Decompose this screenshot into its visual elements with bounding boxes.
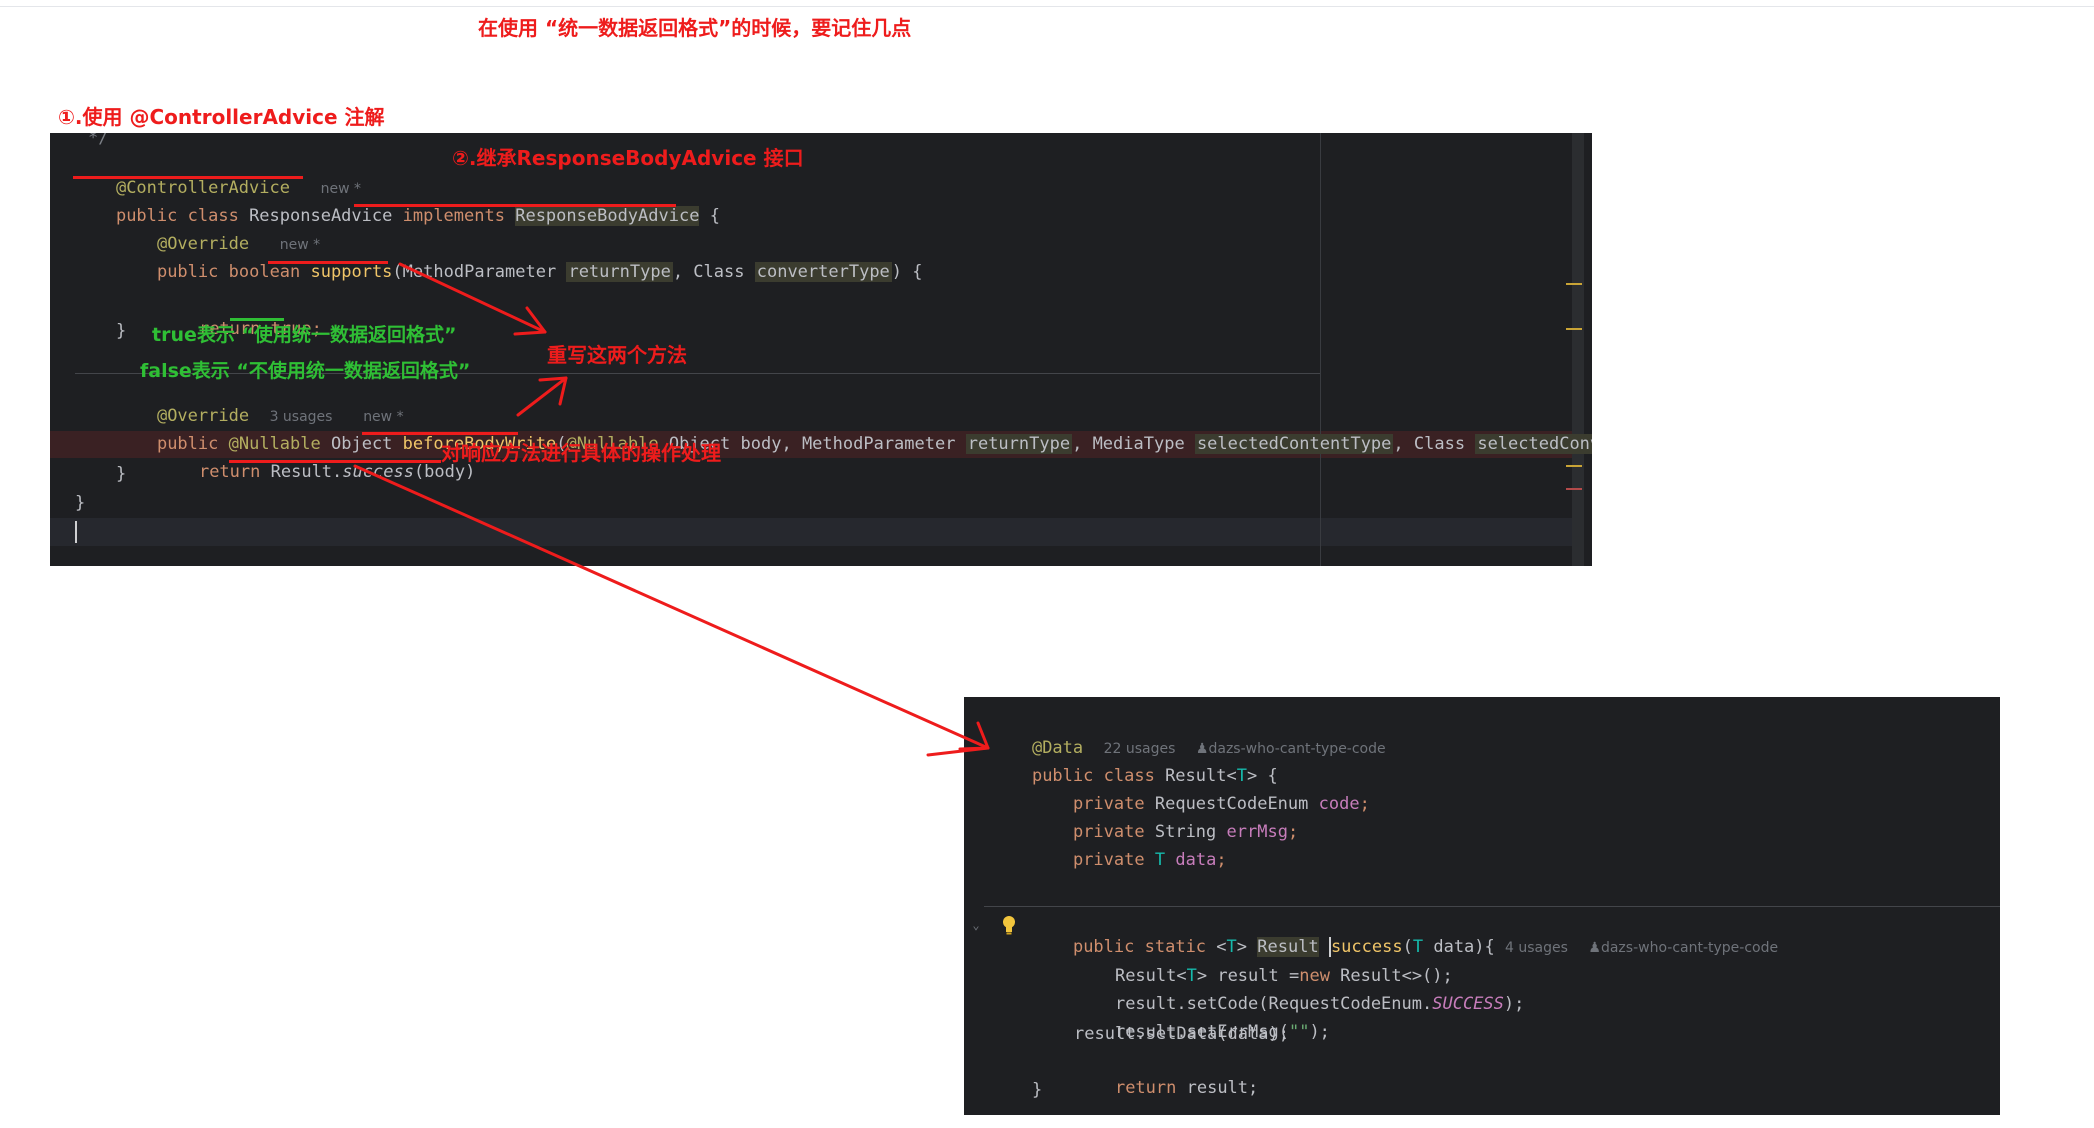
arrow-success-to-result — [353, 464, 990, 750]
arrow-supports-override — [398, 262, 547, 334]
arrow-result-tail — [926, 746, 990, 757]
annotation-arrows — [353, 262, 990, 757]
arrow-before-override — [516, 376, 568, 417]
